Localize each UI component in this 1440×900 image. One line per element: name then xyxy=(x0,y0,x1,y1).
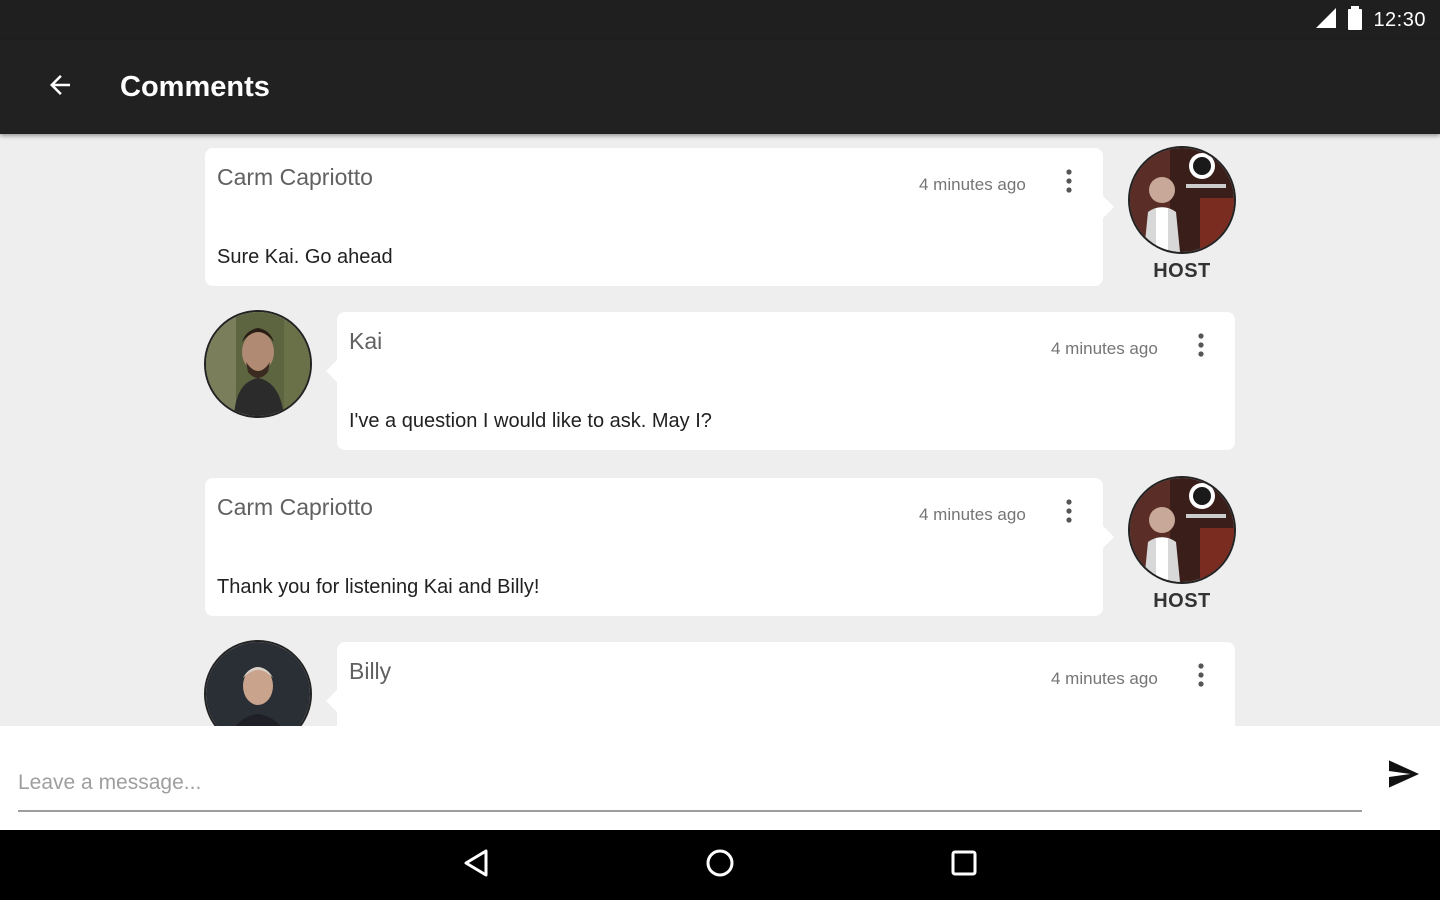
comment-time: 4 minutes ago xyxy=(1051,339,1158,358)
page-title: Comments xyxy=(120,70,270,103)
avatar-kai[interactable] xyxy=(204,310,312,418)
signal-icon xyxy=(1315,7,1337,34)
comment-menu-button[interactable] xyxy=(1057,166,1081,200)
app-bar: Comments xyxy=(0,40,1440,134)
comment-time: 4 minutes ago xyxy=(919,175,1026,194)
comment-message: Thank you for listening Kai and Billy! xyxy=(217,576,540,598)
comment-card: Billy 4 minutes ago xyxy=(326,642,1235,726)
comment-author: Carm Capriotto xyxy=(217,494,373,520)
message-input[interactable] xyxy=(18,756,1362,812)
comment-message: I've a question I would like to ask. May… xyxy=(349,410,712,432)
card-pointer xyxy=(326,360,337,382)
comment-menu-button[interactable] xyxy=(1057,496,1081,530)
card-pointer xyxy=(1103,196,1114,218)
avatar-billy[interactable] xyxy=(204,640,312,726)
more-vert-icon xyxy=(1066,498,1072,529)
nav-home-button[interactable] xyxy=(698,843,742,887)
card-pointer xyxy=(1103,526,1114,548)
back-button[interactable] xyxy=(34,61,86,113)
more-vert-icon xyxy=(1066,168,1072,199)
comment-time: 4 minutes ago xyxy=(919,505,1026,524)
system-nav-bar xyxy=(0,830,1440,900)
status-bar: 12:30 xyxy=(0,0,1440,40)
comment-message: Sure Kai. Go ahead xyxy=(217,246,393,268)
avatar-host[interactable] xyxy=(1128,146,1236,254)
avatar-host[interactable] xyxy=(1128,476,1236,584)
comment-time: 4 minutes ago xyxy=(1051,669,1158,688)
comment-menu-button[interactable] xyxy=(1189,660,1213,694)
card-pointer xyxy=(326,690,337,712)
comment-card: Carm Capriotto 4 minutes ago Thank you f… xyxy=(205,478,1114,616)
message-composer xyxy=(0,726,1440,830)
comment-card: Carm Capriotto 4 minutes ago Sure Kai. G… xyxy=(205,148,1114,286)
nav-back-icon xyxy=(462,848,490,883)
comment-author: Carm Capriotto xyxy=(217,164,373,190)
send-button[interactable] xyxy=(1384,756,1424,796)
nav-back-button[interactable] xyxy=(454,843,498,887)
arrow-back-icon xyxy=(45,70,75,105)
nav-home-icon xyxy=(705,848,735,883)
comment-card: Kai 4 minutes ago I've a question I woul… xyxy=(326,312,1235,450)
nav-recents-icon xyxy=(950,849,978,882)
send-icon xyxy=(1387,759,1421,794)
battery-icon xyxy=(1347,5,1363,35)
comment-author: Billy xyxy=(349,658,392,684)
comments-list[interactable]: Carm Capriotto 4 minutes ago Sure Kai. G… xyxy=(0,134,1440,726)
nav-recents-button[interactable] xyxy=(942,843,986,887)
host-badge: HOST xyxy=(1153,260,1211,282)
host-badge: HOST xyxy=(1153,590,1211,612)
more-vert-icon xyxy=(1198,662,1204,693)
comment-menu-button[interactable] xyxy=(1189,330,1213,364)
status-time: 12:30 xyxy=(1373,8,1426,31)
comment-author: Kai xyxy=(349,328,383,354)
more-vert-icon xyxy=(1198,332,1204,363)
